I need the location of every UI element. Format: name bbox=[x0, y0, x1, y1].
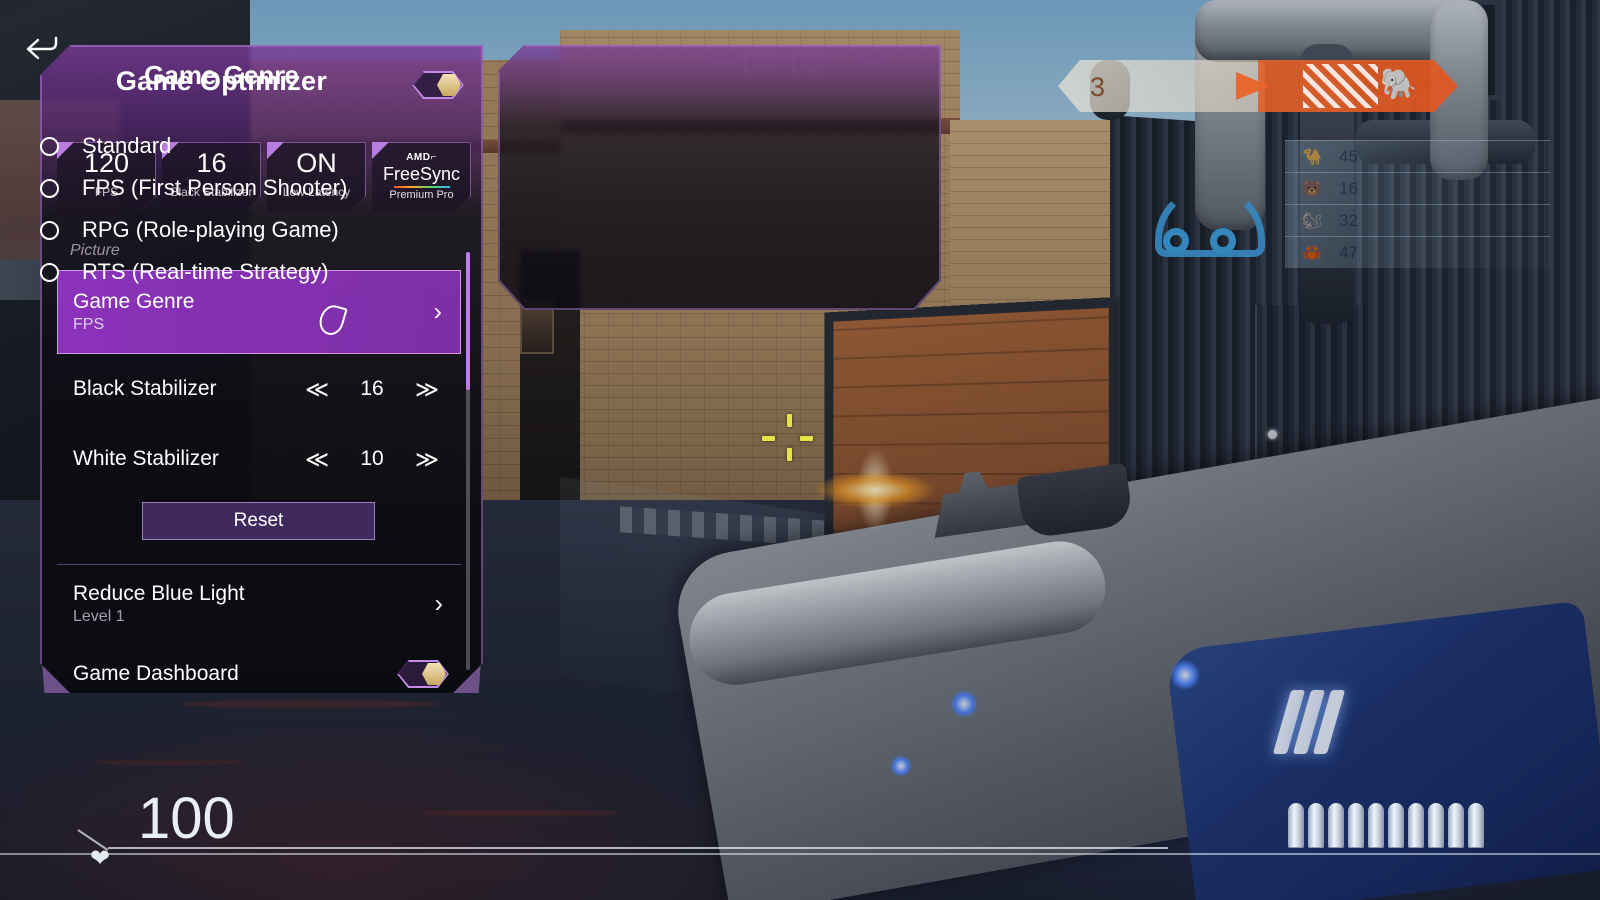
stepper-decrement-icon[interactable]: ≪ bbox=[293, 447, 341, 471]
setting-title: White Stabilizer bbox=[73, 447, 219, 470]
crosshair-top bbox=[787, 414, 792, 427]
status-card-freesync: AMD⌐ FreeSync Premium Pro bbox=[372, 142, 471, 212]
bullet-icon bbox=[1308, 803, 1324, 847]
row-text: White Stabilizer bbox=[73, 447, 219, 471]
section-divider bbox=[57, 564, 461, 565]
bullet-icon bbox=[1368, 803, 1384, 847]
radio-icon[interactable] bbox=[40, 262, 59, 282]
camel-icon: 🐪 bbox=[1302, 148, 1322, 166]
stepper-increment-icon[interactable]: ≫ bbox=[403, 377, 451, 401]
genre-option-label: Standard bbox=[82, 133, 172, 158]
radio-icon[interactable] bbox=[40, 178, 59, 198]
objective-banner-left bbox=[1058, 60, 1258, 112]
genre-option-rts[interactable]: RTS (Real-time Strategy) bbox=[40, 251, 347, 293]
scoreboard-row: 🐪 45 bbox=[1285, 140, 1550, 172]
bullet-icon bbox=[1408, 803, 1424, 847]
scoreboard-row: 🐻 16 bbox=[1285, 172, 1550, 204]
scrollbar-thumb[interactable] bbox=[466, 252, 470, 390]
genre-option-label: RPG (Role-playing Game) bbox=[82, 217, 339, 242]
stepper-decrement-icon[interactable]: ≪ bbox=[293, 377, 341, 401]
genre-option-fps[interactable]: FPS (First Person Shooter) bbox=[40, 167, 347, 209]
crab-icon: 🦀 bbox=[1302, 244, 1322, 262]
objective-banner: 3 🐘 bbox=[1058, 60, 1458, 112]
row-text: Game Dashboard bbox=[73, 662, 239, 686]
ammo-bullets bbox=[1288, 803, 1484, 847]
settings-scrollbar[interactable] bbox=[466, 252, 470, 670]
chevron-right-icon: › bbox=[433, 297, 442, 326]
genre-option-rpg[interactable]: RPG (Role-playing Game) bbox=[40, 209, 347, 251]
objective-banner-tip bbox=[1236, 72, 1270, 100]
black-stabilizer-stepper[interactable]: ≪ 16 ≫ bbox=[293, 377, 451, 401]
objective-count: 3 bbox=[1090, 72, 1106, 102]
mouse-cursor bbox=[316, 302, 348, 338]
crosshair-bottom bbox=[787, 448, 792, 461]
health-bar-line bbox=[108, 847, 1168, 849]
chevron-right-icon: › bbox=[434, 589, 443, 618]
setting-title: Game Genre bbox=[73, 290, 195, 313]
scoreboard-value: 45 bbox=[1339, 146, 1358, 166]
crosshair bbox=[762, 414, 813, 461]
crosshair-right bbox=[800, 436, 813, 441]
row-text: Game Genre FPS bbox=[73, 290, 194, 334]
setting-subvalue: Level 1 bbox=[73, 608, 125, 625]
setting-row-reduce-blue-light[interactable]: Reduce Blue Light Level 1 › bbox=[57, 569, 461, 639]
bear-icon: 🐻 bbox=[1302, 180, 1322, 198]
freesync-name: FreeSync bbox=[382, 164, 461, 184]
heart-icon: ❤ bbox=[90, 845, 111, 872]
setting-subvalue: FPS bbox=[73, 316, 105, 333]
scoreboard-value: 16 bbox=[1339, 178, 1358, 198]
game-genre-panel bbox=[498, 45, 941, 310]
genre-option-label: RTS (Real-time Strategy) bbox=[82, 259, 329, 284]
row-text: Reduce Blue Light Level 1 bbox=[73, 582, 245, 626]
scoreboard: 🐪 45 🐻 16 🐿 32 🦀 47 bbox=[1285, 140, 1550, 270]
health-value: 100 bbox=[138, 786, 235, 851]
amd-logo-text: AMD⌐ bbox=[406, 152, 437, 163]
setting-row-game-dashboard[interactable]: Game Dashboard bbox=[57, 639, 461, 709]
objective-banner-hatch bbox=[1303, 64, 1378, 108]
crosshair-left bbox=[762, 436, 775, 441]
setting-title: Reduce Blue Light bbox=[73, 582, 245, 605]
screen-root: 09:02 3 🐘 🐪 45 🐻 16 🐿 32 🦀 47 bbox=[0, 0, 1600, 900]
bullet-icon bbox=[1328, 803, 1344, 847]
genre-option-label: FPS (First Person Shooter) bbox=[82, 175, 348, 200]
game-genre-title: Game Genre bbox=[144, 60, 299, 90]
bullet-icon bbox=[1348, 803, 1364, 847]
setting-title: Game Dashboard bbox=[73, 662, 239, 685]
game-dashboard-toggle[interactable] bbox=[397, 660, 449, 688]
bullet-icon bbox=[1448, 803, 1464, 847]
reset-button[interactable]: Reset bbox=[142, 502, 375, 540]
squirrel-icon: 🐿 bbox=[1301, 212, 1323, 230]
setting-row-black-stabilizer[interactable]: Black Stabilizer ≪ 16 ≫ bbox=[57, 354, 461, 424]
settings-list: Game Genre FPS › Black Stabilizer ≪ 16 ≫… bbox=[57, 270, 461, 709]
radio-icon[interactable] bbox=[40, 136, 59, 156]
stepper-increment-icon[interactable]: ≫ bbox=[403, 447, 451, 471]
ammo-bar-line bbox=[0, 853, 1600, 855]
bullet-icon bbox=[1288, 803, 1304, 847]
scoreboard-row: 🐿 32 bbox=[1285, 204, 1550, 236]
radio-icon[interactable] bbox=[40, 220, 59, 240]
freesync-gradient-bar bbox=[394, 186, 450, 188]
stepper-value: 10 bbox=[360, 447, 384, 470]
bullet-icon bbox=[1388, 803, 1404, 847]
white-stabilizer-stepper[interactable]: ≪ 10 ≫ bbox=[293, 447, 451, 471]
reset-row: Reset bbox=[57, 494, 461, 556]
row-text: Black Stabilizer bbox=[73, 377, 217, 401]
setting-row-white-stabilizer[interactable]: White Stabilizer ≪ 10 ≫ bbox=[57, 424, 461, 494]
bullet-icon bbox=[1468, 803, 1484, 847]
setting-title: Black Stabilizer bbox=[73, 377, 217, 400]
bullet-icon bbox=[1428, 803, 1444, 847]
scoreboard-value: 47 bbox=[1339, 242, 1358, 262]
freesync-tier: Premium Pro bbox=[389, 189, 454, 201]
genre-option-standard[interactable]: Standard bbox=[40, 125, 347, 167]
scoreboard-row: 🦀 47 bbox=[1285, 236, 1550, 268]
ammo-hud bbox=[0, 795, 1600, 865]
elephant-icon: 🐘 bbox=[1380, 68, 1418, 101]
game-genre-options: Standard FPS (First Person Shooter) RPG … bbox=[40, 125, 347, 293]
stepper-value: 16 bbox=[360, 377, 384, 400]
scoreboard-value: 32 bbox=[1339, 210, 1358, 230]
